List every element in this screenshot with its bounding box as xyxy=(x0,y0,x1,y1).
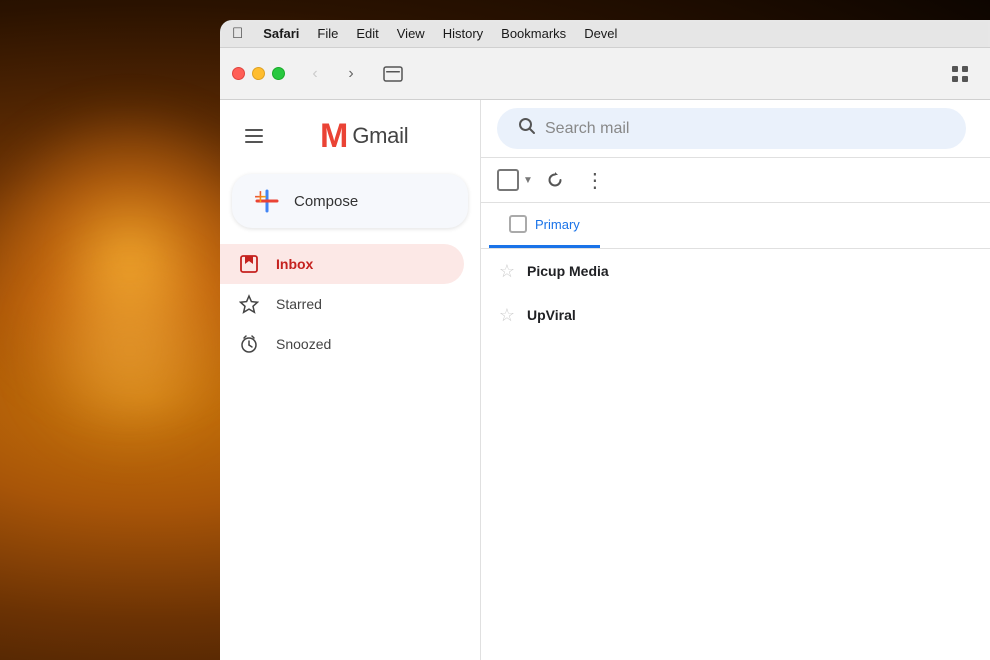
nav-item-starred[interactable]: Starred xyxy=(220,284,464,324)
grid-view-button[interactable] xyxy=(942,60,978,88)
traffic-lights xyxy=(232,67,285,80)
action-bar: ▼ ⋮ xyxy=(481,158,990,203)
gmail-logo: M Gmail xyxy=(280,118,408,154)
email-row-1[interactable]: ☆ UpViral xyxy=(481,293,990,337)
close-button[interactable] xyxy=(232,67,245,80)
star-icon-row0[interactable]: ☆ xyxy=(497,261,517,282)
menubar-bookmarks[interactable]: Bookmarks xyxy=(501,26,566,41)
gmail-m-letter: M xyxy=(320,119,348,153)
menubar-safari[interactable]: Safari xyxy=(263,26,299,41)
menubar-edit[interactable]: Edit xyxy=(356,26,378,41)
gmail-wordmark: Gmail xyxy=(352,123,408,149)
menubar:  Safari File Edit View History Bookmark… xyxy=(220,20,990,48)
sender-name-0: Picup Media xyxy=(527,263,687,279)
email-row-0[interactable]: ☆ Picup Media xyxy=(481,249,990,293)
browser-area: ‹ › xyxy=(220,48,990,660)
search-icon xyxy=(517,116,537,141)
compose-button[interactable]: Compose xyxy=(232,174,468,228)
back-button[interactable]: ‹ xyxy=(301,60,329,88)
star-icon xyxy=(238,293,260,315)
menubar-develop[interactable]: Devel xyxy=(584,26,617,41)
menubar-view[interactable]: View xyxy=(397,26,425,41)
tab-checkbox-icon xyxy=(509,215,527,233)
minimize-button[interactable] xyxy=(252,67,265,80)
hamburger-menu[interactable] xyxy=(238,120,270,152)
apple-menu[interactable]:  xyxy=(232,25,243,42)
tab-primary-label: Primary xyxy=(535,217,580,232)
gmail-main-toolbar: Search mail xyxy=(481,100,990,158)
tab-overview-button[interactable] xyxy=(377,61,409,87)
compose-plus-icon xyxy=(254,188,280,214)
email-tabs: Primary xyxy=(481,203,990,249)
select-dropdown-icon[interactable]: ▼ xyxy=(523,175,533,186)
gmail-sidebar: M Gmail Compose xyxy=(220,100,480,660)
search-bar[interactable]: Search mail xyxy=(497,108,966,149)
starred-label: Starred xyxy=(276,296,322,312)
browser-toolbar: ‹ › xyxy=(220,48,990,100)
nav-item-inbox[interactable]: Inbox xyxy=(220,244,464,284)
monitor-frame:  Safari File Edit View History Bookmark… xyxy=(220,20,990,660)
sender-name-1: UpViral xyxy=(527,307,687,323)
gmail-m-icon xyxy=(280,118,316,154)
snoozed-label: Snoozed xyxy=(276,336,331,352)
menubar-history[interactable]: History xyxy=(443,26,483,41)
compose-label: Compose xyxy=(294,193,358,210)
nav-item-snoozed[interactable]: Snoozed xyxy=(220,324,464,364)
select-all-checkbox[interactable] xyxy=(497,169,519,191)
star-icon-row1[interactable]: ☆ xyxy=(497,305,517,326)
inbox-icon xyxy=(238,253,260,275)
clock-icon xyxy=(238,333,260,355)
refresh-button[interactable] xyxy=(537,162,573,198)
tab-primary[interactable]: Primary xyxy=(489,203,600,248)
gmail-header: M Gmail xyxy=(220,110,480,170)
inbox-label: Inbox xyxy=(276,256,313,272)
search-placeholder: Search mail xyxy=(545,120,946,138)
fullscreen-button[interactable] xyxy=(272,67,285,80)
menubar-file[interactable]: File xyxy=(317,26,338,41)
more-options-button[interactable]: ⋮ xyxy=(577,162,613,198)
gmail-area: M Gmail Compose xyxy=(220,100,990,660)
gmail-main: Search mail ▼ ⋮ xyxy=(480,100,990,660)
email-list: ☆ Picup Media ☆ UpViral xyxy=(481,249,990,660)
forward-button[interactable]: › xyxy=(337,60,365,88)
